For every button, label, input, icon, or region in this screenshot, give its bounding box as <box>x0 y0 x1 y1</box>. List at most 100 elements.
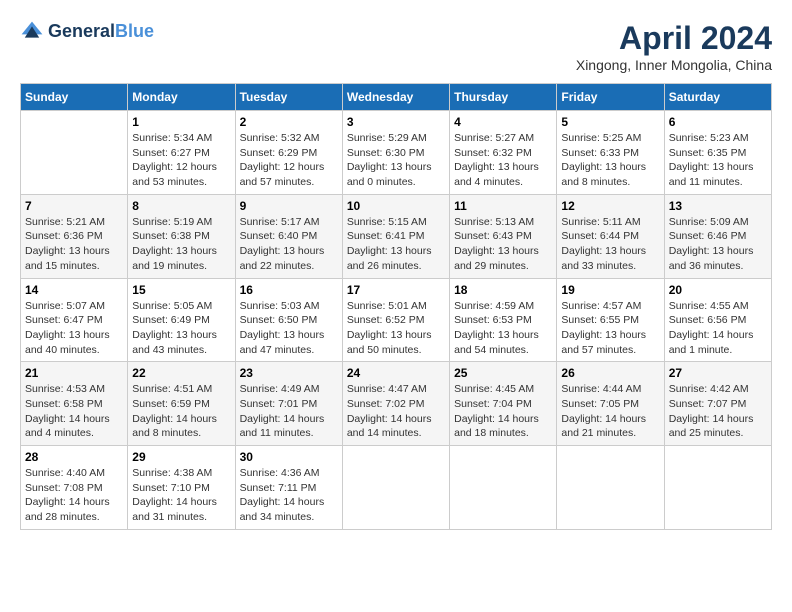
weekday-header-row: SundayMondayTuesdayWednesdayThursdayFrid… <box>21 84 772 111</box>
day-cell: 12 Sunrise: 5:11 AM Sunset: 6:44 PM Dayli… <box>557 194 664 278</box>
day-cell: 3 Sunrise: 5:29 AM Sunset: 6:30 PM Daylig… <box>342 111 449 195</box>
day-cell <box>664 446 771 530</box>
day-cell: 15 Sunrise: 5:05 AM Sunset: 6:49 PM Dayli… <box>128 278 235 362</box>
page-header: GeneralBlue April 2024 Xingong, Inner Mo… <box>20 20 772 73</box>
day-number: 3 <box>347 115 445 129</box>
day-number: 2 <box>240 115 338 129</box>
day-info: Sunrise: 5:11 AM Sunset: 6:44 PM Dayligh… <box>561 215 659 274</box>
weekday-header-saturday: Saturday <box>664 84 771 111</box>
weekday-header-sunday: Sunday <box>21 84 128 111</box>
day-number: 8 <box>132 199 230 213</box>
day-cell: 28 Sunrise: 4:40 AM Sunset: 7:08 PM Dayli… <box>21 446 128 530</box>
day-cell: 8 Sunrise: 5:19 AM Sunset: 6:38 PM Daylig… <box>128 194 235 278</box>
day-number: 13 <box>669 199 767 213</box>
title-block: April 2024 Xingong, Inner Mongolia, Chin… <box>576 20 772 73</box>
day-info: Sunrise: 5:23 AM Sunset: 6:35 PM Dayligh… <box>669 131 767 190</box>
day-info: Sunrise: 5:27 AM Sunset: 6:32 PM Dayligh… <box>454 131 552 190</box>
day-cell <box>450 446 557 530</box>
day-info: Sunrise: 5:17 AM Sunset: 6:40 PM Dayligh… <box>240 215 338 274</box>
day-cell: 21 Sunrise: 4:53 AM Sunset: 6:58 PM Dayli… <box>21 362 128 446</box>
week-row-4: 21 Sunrise: 4:53 AM Sunset: 6:58 PM Dayli… <box>21 362 772 446</box>
day-info: Sunrise: 4:51 AM Sunset: 6:59 PM Dayligh… <box>132 382 230 441</box>
day-info: Sunrise: 4:42 AM Sunset: 7:07 PM Dayligh… <box>669 382 767 441</box>
day-cell: 23 Sunrise: 4:49 AM Sunset: 7:01 PM Dayli… <box>235 362 342 446</box>
day-number: 7 <box>25 199 123 213</box>
day-info: Sunrise: 4:59 AM Sunset: 6:53 PM Dayligh… <box>454 299 552 358</box>
day-number: 30 <box>240 450 338 464</box>
day-info: Sunrise: 5:05 AM Sunset: 6:49 PM Dayligh… <box>132 299 230 358</box>
day-cell: 22 Sunrise: 4:51 AM Sunset: 6:59 PM Dayli… <box>128 362 235 446</box>
week-row-5: 28 Sunrise: 4:40 AM Sunset: 7:08 PM Dayli… <box>21 446 772 530</box>
day-info: Sunrise: 4:55 AM Sunset: 6:56 PM Dayligh… <box>669 299 767 358</box>
day-cell: 1Sunrise: 5:34 AM Sunset: 6:27 PM Daylig… <box>128 111 235 195</box>
day-number: 24 <box>347 366 445 380</box>
day-cell: 16 Sunrise: 5:03 AM Sunset: 6:50 PM Dayli… <box>235 278 342 362</box>
day-number: 26 <box>561 366 659 380</box>
day-cell: 4 Sunrise: 5:27 AM Sunset: 6:32 PM Daylig… <box>450 111 557 195</box>
week-row-1: 1Sunrise: 5:34 AM Sunset: 6:27 PM Daylig… <box>21 111 772 195</box>
day-number: 14 <box>25 283 123 297</box>
day-cell <box>557 446 664 530</box>
day-info: Sunrise: 5:29 AM Sunset: 6:30 PM Dayligh… <box>347 131 445 190</box>
day-number: 18 <box>454 283 552 297</box>
day-number: 19 <box>561 283 659 297</box>
day-number: 28 <box>25 450 123 464</box>
week-row-2: 7 Sunrise: 5:21 AM Sunset: 6:36 PM Daylig… <box>21 194 772 278</box>
calendar-table: SundayMondayTuesdayWednesdayThursdayFrid… <box>20 83 772 530</box>
day-info: Sunrise: 5:01 AM Sunset: 6:52 PM Dayligh… <box>347 299 445 358</box>
day-info: Sunrise: 5:03 AM Sunset: 6:50 PM Dayligh… <box>240 299 338 358</box>
day-number: 10 <box>347 199 445 213</box>
day-cell <box>21 111 128 195</box>
day-number: 22 <box>132 366 230 380</box>
day-info: Sunrise: 4:49 AM Sunset: 7:01 PM Dayligh… <box>240 382 338 441</box>
weekday-header-monday: Monday <box>128 84 235 111</box>
day-cell: 19 Sunrise: 4:57 AM Sunset: 6:55 PM Dayli… <box>557 278 664 362</box>
day-cell: 11 Sunrise: 5:13 AM Sunset: 6:43 PM Dayli… <box>450 194 557 278</box>
day-cell: 10 Sunrise: 5:15 AM Sunset: 6:41 PM Dayli… <box>342 194 449 278</box>
logo: GeneralBlue <box>20 20 154 44</box>
month-title: April 2024 <box>576 20 772 57</box>
day-number: 6 <box>669 115 767 129</box>
day-info: Sunrise: 4:53 AM Sunset: 6:58 PM Dayligh… <box>25 382 123 441</box>
day-cell: 13 Sunrise: 5:09 AM Sunset: 6:46 PM Dayli… <box>664 194 771 278</box>
day-cell: 24Sunrise: 4:47 AM Sunset: 7:02 PM Dayli… <box>342 362 449 446</box>
day-number: 17 <box>347 283 445 297</box>
day-info: Sunrise: 4:36 AM Sunset: 7:11 PM Dayligh… <box>240 466 338 525</box>
location: Xingong, Inner Mongolia, China <box>576 57 772 73</box>
day-number: 27 <box>669 366 767 380</box>
day-info: Sunrise: 4:44 AM Sunset: 7:05 PM Dayligh… <box>561 382 659 441</box>
day-cell: 17 Sunrise: 5:01 AM Sunset: 6:52 PM Dayli… <box>342 278 449 362</box>
day-cell: 14 Sunrise: 5:07 AM Sunset: 6:47 PM Dayli… <box>21 278 128 362</box>
day-info: Sunrise: 5:21 AM Sunset: 6:36 PM Dayligh… <box>25 215 123 274</box>
day-number: 16 <box>240 283 338 297</box>
day-number: 12 <box>561 199 659 213</box>
day-number: 15 <box>132 283 230 297</box>
day-cell: 2Sunrise: 5:32 AM Sunset: 6:29 PM Daylig… <box>235 111 342 195</box>
day-cell: 25 Sunrise: 4:45 AM Sunset: 7:04 PM Dayli… <box>450 362 557 446</box>
weekday-header-wednesday: Wednesday <box>342 84 449 111</box>
day-number: 11 <box>454 199 552 213</box>
day-info: Sunrise: 4:40 AM Sunset: 7:08 PM Dayligh… <box>25 466 123 525</box>
day-info: Sunrise: 5:13 AM Sunset: 6:43 PM Dayligh… <box>454 215 552 274</box>
day-cell: 29Sunrise: 4:38 AM Sunset: 7:10 PM Dayli… <box>128 446 235 530</box>
day-cell: 5Sunrise: 5:25 AM Sunset: 6:33 PM Daylig… <box>557 111 664 195</box>
day-info: Sunrise: 4:45 AM Sunset: 7:04 PM Dayligh… <box>454 382 552 441</box>
day-number: 5 <box>561 115 659 129</box>
day-info: Sunrise: 4:57 AM Sunset: 6:55 PM Dayligh… <box>561 299 659 358</box>
day-number: 25 <box>454 366 552 380</box>
day-number: 21 <box>25 366 123 380</box>
day-info: Sunrise: 5:19 AM Sunset: 6:38 PM Dayligh… <box>132 215 230 274</box>
day-number: 23 <box>240 366 338 380</box>
day-info: Sunrise: 5:07 AM Sunset: 6:47 PM Dayligh… <box>25 299 123 358</box>
day-info: Sunrise: 4:38 AM Sunset: 7:10 PM Dayligh… <box>132 466 230 525</box>
day-info: Sunrise: 5:34 AM Sunset: 6:27 PM Dayligh… <box>132 131 230 190</box>
day-number: 4 <box>454 115 552 129</box>
day-number: 9 <box>240 199 338 213</box>
day-number: 20 <box>669 283 767 297</box>
week-row-3: 14 Sunrise: 5:07 AM Sunset: 6:47 PM Dayli… <box>21 278 772 362</box>
weekday-header-thursday: Thursday <box>450 84 557 111</box>
day-cell: 27 Sunrise: 4:42 AM Sunset: 7:07 PM Dayli… <box>664 362 771 446</box>
logo-text: GeneralBlue <box>48 22 154 42</box>
day-info: Sunrise: 5:09 AM Sunset: 6:46 PM Dayligh… <box>669 215 767 274</box>
day-info: Sunrise: 5:15 AM Sunset: 6:41 PM Dayligh… <box>347 215 445 274</box>
